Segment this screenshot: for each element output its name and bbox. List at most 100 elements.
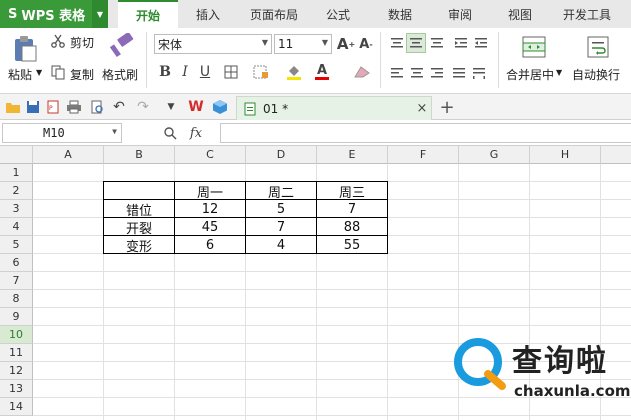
copy-icon[interactable] — [50, 64, 66, 80]
table-header-cell[interactable]: 周二 — [246, 182, 316, 201]
row-header[interactable]: 2 — [0, 182, 33, 200]
align-bottom-icon[interactable] — [428, 34, 446, 52]
table-cell[interactable]: 7 — [317, 200, 387, 218]
row-header[interactable]: 9 — [0, 308, 33, 326]
row-header[interactable]: 1 — [0, 164, 33, 182]
app-menu-button[interactable]: S WPS 表格 ▼ — [0, 0, 108, 28]
align-top-icon[interactable] — [388, 34, 406, 52]
table-cell[interactable]: 变形 — [104, 236, 174, 255]
distributed-icon[interactable] — [470, 64, 488, 82]
paste-icon[interactable] — [10, 34, 40, 64]
format-painter-icon[interactable] — [108, 32, 136, 60]
scissors-icon[interactable] — [50, 33, 66, 49]
align-center-icon[interactable] — [408, 64, 426, 82]
italic-icon[interactable]: I — [176, 62, 194, 82]
font-grow-icon[interactable]: A + — [337, 34, 355, 54]
tab-page-layout[interactable]: 页面布局 — [240, 0, 308, 28]
chevron-down-icon[interactable]: ▼ — [164, 98, 178, 116]
font-name-select[interactable]: 宋体 ▼ — [154, 34, 272, 54]
new-tab-icon[interactable]: + — [438, 97, 456, 118]
table-cell[interactable]: 5 — [246, 200, 316, 218]
underline-icon[interactable]: U — [196, 62, 214, 82]
increase-indent-icon[interactable] — [472, 34, 490, 52]
column-header[interactable]: B — [104, 146, 175, 164]
table-header-cell[interactable]: 周三 — [317, 182, 387, 201]
zoom-search-icon[interactable] — [162, 125, 178, 141]
chevron-down-icon[interactable]: ▼ — [556, 68, 562, 77]
print-preview-icon[interactable] — [88, 98, 106, 116]
font-color-icon[interactable]: A — [312, 61, 332, 83]
tab-view[interactable]: 视图 — [498, 0, 542, 28]
fill-color-icon[interactable] — [284, 61, 304, 83]
column-header[interactable]: A — [33, 146, 104, 164]
merge-center-icon[interactable] — [520, 34, 548, 60]
row-header-selected[interactable]: 10 — [0, 326, 33, 344]
row-header[interactable]: 3 — [0, 200, 33, 218]
border-icon[interactable] — [220, 62, 242, 82]
cell-style-icon[interactable] — [250, 62, 272, 82]
redo-icon[interactable]: ↷ — [134, 98, 152, 116]
column-header[interactable]: F — [388, 146, 459, 164]
merge-center-button[interactable]: 合并居中 — [506, 66, 554, 83]
chevron-down-icon[interactable]: ▼ — [92, 0, 108, 28]
row-header[interactable]: 6 — [0, 254, 33, 272]
decrease-indent-icon[interactable] — [452, 34, 470, 52]
tab-insert[interactable]: 插入 — [183, 0, 233, 28]
row-header[interactable]: 7 — [0, 272, 33, 290]
column-header[interactable]: C — [175, 146, 246, 164]
table-cell[interactable]: 4 — [246, 236, 316, 254]
tab-formulas[interactable]: 公式 — [316, 0, 360, 28]
open-folder-icon[interactable] — [4, 98, 22, 116]
cube-icon[interactable] — [210, 98, 230, 116]
close-icon[interactable]: × — [415, 99, 429, 117]
bold-icon[interactable]: B — [156, 62, 174, 82]
column-header[interactable]: E — [317, 146, 388, 164]
row-header[interactable]: 11 — [0, 344, 33, 362]
tab-home[interactable]: 开始 — [118, 0, 178, 28]
align-middle-icon[interactable] — [406, 33, 426, 53]
format-painter-button[interactable]: 格式刷 — [102, 66, 138, 83]
table-cell[interactable]: 错位 — [104, 200, 174, 219]
tab-data[interactable]: 数据 — [378, 0, 422, 28]
chevron-down-icon[interactable]: ▼ — [112, 127, 117, 136]
name-box[interactable]: M10 ▼ — [2, 123, 122, 143]
save-icon[interactable] — [24, 98, 42, 116]
column-header[interactable]: D — [246, 146, 317, 164]
paste-button[interactable]: 粘贴 — [8, 66, 32, 83]
column-header[interactable]: G — [459, 146, 530, 164]
export-pdf-icon[interactable]: P — [44, 98, 62, 116]
auto-wrap-button[interactable]: 自动换行 — [572, 66, 620, 83]
undo-icon[interactable]: ↶ — [110, 98, 128, 116]
row-header[interactable]: 4 — [0, 218, 33, 236]
column-header[interactable]: H — [530, 146, 601, 164]
font-shrink-icon[interactable]: A- — [357, 34, 375, 54]
column-header[interactable] — [601, 146, 631, 164]
table-cell[interactable]: 45 — [175, 218, 245, 236]
align-left-icon[interactable] — [388, 64, 406, 82]
table-cell[interactable]: 开裂 — [104, 218, 174, 237]
wps-w-icon[interactable]: W — [186, 98, 206, 116]
auto-wrap-icon[interactable] — [584, 34, 612, 60]
row-header[interactable]: 12 — [0, 362, 33, 380]
document-tab[interactable]: 01 * × — [236, 96, 432, 120]
align-right-icon[interactable] — [428, 64, 446, 82]
copy-button[interactable]: 复制 — [70, 66, 94, 83]
select-all-corner[interactable] — [0, 146, 33, 164]
cut-button[interactable]: 剪切 — [70, 34, 94, 51]
formula-input[interactable] — [220, 123, 631, 143]
print-icon[interactable] — [64, 98, 84, 116]
row-header[interactable]: 14 — [0, 398, 33, 416]
row-header[interactable]: 8 — [0, 290, 33, 308]
table-cell[interactable]: 55 — [317, 236, 387, 254]
justify-icon[interactable] — [450, 64, 468, 82]
table-cell[interactable]: 88 — [317, 218, 387, 236]
function-icon[interactable]: fx — [186, 124, 206, 142]
font-size-select[interactable]: 11 ▼ — [274, 34, 332, 54]
chevron-down-icon[interactable]: ▼ — [36, 68, 42, 77]
tab-review[interactable]: 审阅 — [438, 0, 482, 28]
table-cell[interactable]: 12 — [175, 200, 245, 218]
table-cell[interactable]: 6 — [175, 236, 245, 254]
clear-format-icon[interactable] — [350, 61, 374, 83]
table-header-cell[interactable]: 周一 — [175, 182, 245, 201]
table-cell[interactable]: 7 — [246, 218, 316, 236]
